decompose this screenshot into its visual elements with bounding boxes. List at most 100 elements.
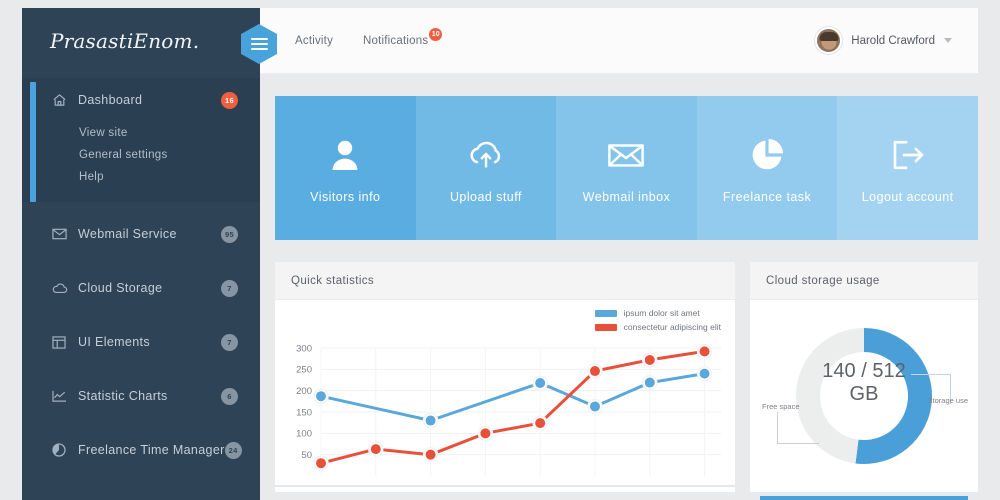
panel-title: Cloud storage usage [766,274,880,287]
sidebar-subnav-dashboard: View site General settings Help [22,122,260,202]
topnav-label: Activity [295,34,334,47]
data-point[interactable] [425,449,436,460]
topbar-nav: Activity Notifications 10 [260,27,443,47]
envelope-icon [607,132,645,178]
sidebar-nav: Dashboard 16 View site General settings … [22,74,260,472]
topnav-item-activity[interactable]: Activity [295,35,333,47]
user-name: Harold Crawford [851,34,935,47]
data-point[interactable] [644,354,655,365]
data-point[interactable] [480,428,491,439]
line-chart-plot: 50 100 150 200 250 300 [275,340,735,492]
tile-upload-stuff[interactable]: Upload stuff [415,96,557,240]
tile-webmail-inbox[interactable]: Webmail inbox [556,96,697,240]
sidebar-badge-dashboard: 16 [221,91,238,109]
sidebar-item-label: Webmail Service [78,227,177,241]
notifications-badge: 10 [429,27,443,41]
data-point[interactable] [644,377,655,388]
topnav-item-notifications[interactable]: Notifications 10 [363,27,443,47]
y-tick-label: 100 [296,429,312,440]
sidebar-item-cloud-storage[interactable]: Cloud Storage 7 [22,266,260,310]
tile-visitors-info[interactable]: Visitors info [275,96,416,240]
pie-clock-icon [52,443,78,457]
sidebar-badge-cloud-storage: 7 [221,279,238,297]
divider [22,364,260,374]
sidebar-item-label: Dashboard [78,93,143,107]
sidebar-item-dashboard[interactable]: Dashboard 16 [22,78,260,122]
topnav-label: Notifications [363,34,429,47]
legend-swatch-series-1 [594,309,617,317]
main-content: Visitors info Upload stuff Webmail inbox… [260,74,978,500]
donut-label-free-space: Free space [762,402,800,411]
tile-logout-account[interactable]: Logout account [837,96,978,240]
sidebar-subitem-view-site[interactable]: View site [22,122,260,144]
tile-label: Freelance task [722,190,812,204]
sidebar-badge-ui-elements: 7 [221,333,238,351]
chart-body: ipsum dolor sit amet consectetur adipisc… [275,300,735,492]
divider [22,256,260,266]
window-icon [52,335,78,349]
topbar: Activity Notifications 10 Harold Crawfor… [260,8,978,74]
data-point[interactable] [316,458,326,469]
sidebar-item-ui-elements[interactable]: UI Elements 7 [22,320,260,364]
chart-line-icon [52,390,78,403]
tile-label: Upload stuff [449,190,522,204]
tile-label: Logout account [861,190,954,204]
panel-title: Quick statistics [291,274,375,287]
legend-swatch-series-2 [594,323,617,331]
sidebar-item-webmail-service[interactable]: Webmail Service 95 [22,212,260,256]
line-chart-svg: 50 100 150 200 250 300 [275,343,735,487]
hamburger-line [250,43,268,45]
legend-label-series-2: consectetur adipiscing elit [623,322,721,332]
chevron-down-icon [944,38,952,43]
sidebar-badge-webmail-service: 95 [221,225,238,243]
data-point[interactable] [370,444,381,455]
sidebar-item-freelance-time-manager[interactable]: Freelance Time Manager 24 [22,428,260,472]
data-point[interactable] [699,346,710,357]
donut-body: Free space Storage use 140 / 512 GB [750,300,978,500]
chart-legend: ipsum dolor sit amet consectetur adipisc… [594,308,721,332]
cloud-storage-progress-bar [760,496,968,500]
cloud-upload-icon [467,132,505,178]
data-point[interactable] [316,391,326,402]
divider [22,418,260,428]
leader-line-free [777,412,819,444]
panel-cloud-storage: Cloud storage usage Free space Storage u… [750,262,978,500]
y-tick-label: 250 [296,365,312,376]
sidebar: PrasastiEnom. Dashboard 16 View site Gen… [22,8,260,500]
sidebar-badge-freelance-time-manager: 24 [224,441,242,459]
brand-name: PrasastiEnom. [50,29,200,53]
data-point[interactable] [589,366,600,377]
donut-label-storage-use: Storage use [927,396,968,405]
y-tick-label: 50 [301,450,312,461]
sidebar-item-statistic-charts[interactable]: Statistic Charts 6 [22,374,260,418]
data-point[interactable] [535,377,546,388]
data-point[interactable] [425,415,436,426]
tile-label: Visitors info [310,190,381,204]
home-icon [52,93,78,107]
sidebar-subitem-help[interactable]: Help [22,166,260,188]
data-point[interactable] [589,401,600,412]
data-point[interactable] [535,418,546,429]
sidebar-subitem-general-settings[interactable]: General settings [22,144,260,166]
divider [22,202,260,212]
brand-logo[interactable]: PrasastiEnom. [22,8,260,74]
user-menu[interactable]: Harold Crawford [815,27,978,54]
legend-item: consectetur adipiscing elit [594,322,721,332]
avatar-hair [819,31,839,41]
data-point[interactable] [699,368,710,379]
sidebar-group-dashboard: Dashboard 16 View site General settings … [22,78,260,202]
y-tick-label: 300 [296,343,312,354]
hamburger-icon [241,24,277,64]
panel-header: Cloud storage usage [750,262,978,300]
hamburger-line [250,38,268,40]
cloud-icon [52,282,78,294]
tile-label: Webmail inbox [582,190,671,204]
tile-freelance-task[interactable]: Freelance task [696,96,838,240]
legend-label-series-1: ipsum dolor sit amet [623,308,700,318]
sidebar-badge-statistic-charts: 6 [221,387,238,405]
quick-action-tiles: Visitors info Upload stuff Webmail inbox… [275,96,978,240]
panel-quick-statistics: Quick statistics ipsum dolor sit amet co… [275,262,735,492]
legend-item: ipsum dolor sit amet [594,308,721,318]
sidebar-item-label: Freelance Time Manager [78,443,225,457]
menu-toggle-button[interactable] [241,24,277,64]
